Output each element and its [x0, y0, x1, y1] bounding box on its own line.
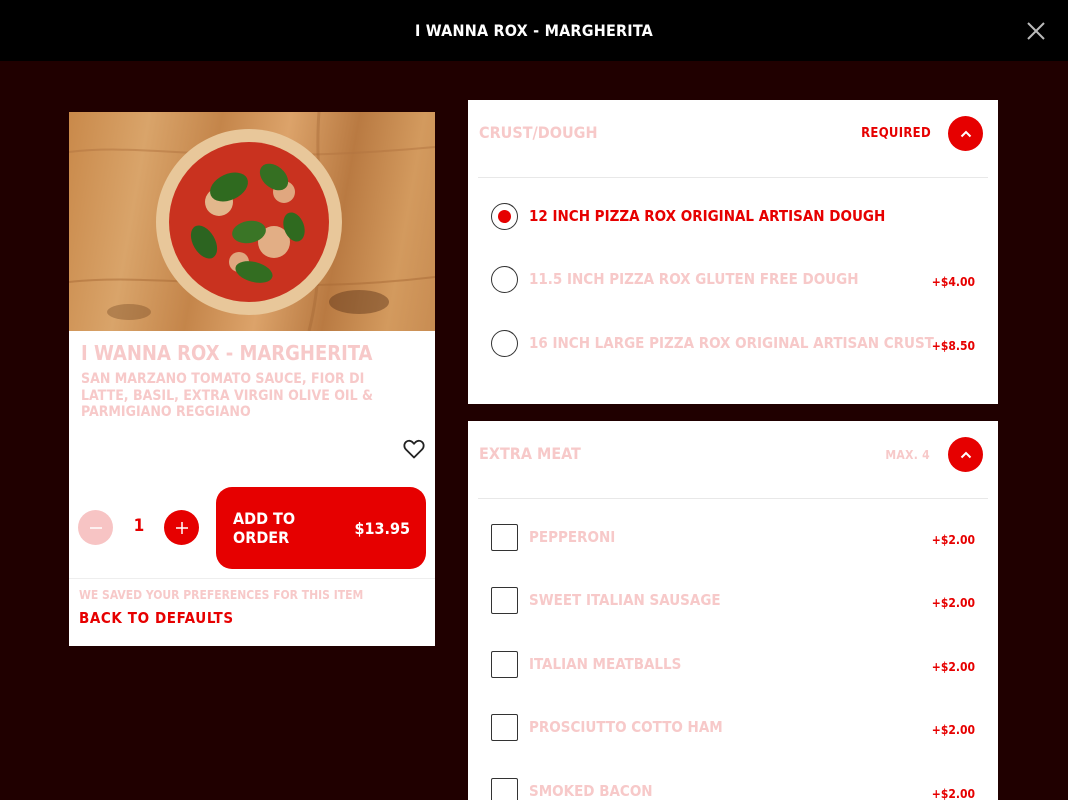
option-label: SMOKED BACON	[529, 782, 653, 800]
meat-option[interactable]: SWEET ITALIAN SAUSAGE +$2.00	[468, 580, 998, 620]
top-bar: I WANNA ROX - MARGHERITA	[0, 0, 1068, 61]
option-price: +$4.00	[931, 275, 975, 289]
product-name: I WANNA ROX - MARGHERITA	[81, 341, 373, 365]
heart-outline-icon[interactable]	[402, 437, 426, 461]
radio-button[interactable]	[491, 330, 518, 357]
add-to-order-label: ADD TO ORDER	[233, 509, 296, 547]
crust-option[interactable]: 11.5 INCH PIZZA ROX GLUTEN FREE DOUGH +$…	[468, 259, 998, 299]
chevron-up-icon	[960, 451, 971, 458]
crust-option[interactable]: 16 INCH LARGE PIZZA ROX ORIGINAL ARTISAN…	[468, 323, 998, 363]
checkbox[interactable]	[491, 651, 518, 678]
crust-dough-panel: CRUST/DOUGH REQUIRED 12 INCH PIZZA ROX O…	[468, 100, 998, 404]
option-price: +$8.50	[931, 339, 975, 353]
option-label: 16 INCH LARGE PIZZA ROX ORIGINAL ARTISAN…	[529, 334, 934, 352]
meat-option[interactable]: SMOKED BACON +$2.00	[468, 771, 998, 800]
collapse-button[interactable]	[948, 437, 983, 472]
collapse-button[interactable]	[948, 116, 983, 151]
option-price: +$2.00	[931, 787, 975, 800]
back-to-defaults-link[interactable]: BACK TO DEFAULTS	[79, 609, 234, 627]
meat-option[interactable]: ITALIAN MEATBALLS +$2.00	[468, 644, 998, 684]
option-label: ITALIAN MEATBALLS	[529, 655, 682, 673]
add-to-order-button[interactable]: ADD TO ORDER $13.95	[216, 487, 426, 569]
product-image	[69, 112, 435, 331]
meat-option[interactable]: PEPPERONI +$2.00	[468, 517, 998, 557]
decrease-quantity-button[interactable]	[78, 510, 113, 545]
quantity-value: 1	[133, 516, 145, 536]
checkbox[interactable]	[491, 587, 518, 614]
option-label: 11.5 INCH PIZZA ROX GLUTEN FREE DOUGH	[529, 270, 859, 288]
radio-button[interactable]	[491, 203, 518, 230]
divider	[478, 177, 988, 178]
divider	[69, 578, 435, 579]
max-selection-badge: MAX. 4	[885, 448, 930, 462]
required-badge: REQUIRED	[861, 126, 931, 141]
option-price: +$2.00	[931, 660, 975, 674]
order-price: $13.95	[354, 518, 410, 538]
close-icon[interactable]	[1026, 21, 1046, 41]
modal-title: I WANNA ROX - MARGHERITA	[415, 21, 653, 40]
checkbox[interactable]	[491, 714, 518, 741]
option-price: +$2.00	[931, 596, 975, 610]
option-label: PEPPERONI	[529, 528, 616, 546]
crust-option[interactable]: 12 INCH PIZZA ROX ORIGINAL ARTISAN DOUGH	[468, 196, 998, 236]
extra-meat-panel: EXTRA MEAT MAX. 4 PEPPERONI +$2.00 SWEET…	[468, 421, 998, 800]
option-price: +$2.00	[931, 533, 975, 547]
option-label: 12 INCH PIZZA ROX ORIGINAL ARTISAN DOUGH	[529, 207, 886, 225]
option-price: +$2.00	[931, 723, 975, 737]
radio-button[interactable]	[491, 266, 518, 293]
chevron-up-icon	[960, 130, 971, 137]
product-description: SAN MARZANO TOMATO SAUCE, FIOR DI LATTE,…	[81, 371, 374, 420]
checkbox[interactable]	[491, 778, 518, 800]
option-label: SWEET ITALIAN SAUSAGE	[529, 591, 721, 609]
plus-icon	[175, 521, 188, 534]
panel-title: EXTRA MEAT	[479, 444, 581, 463]
saved-preferences-note: WE SAVED YOUR PREFERENCES FOR THIS ITEM	[79, 588, 364, 602]
checkbox[interactable]	[491, 524, 518, 551]
increase-quantity-button[interactable]	[164, 510, 199, 545]
divider	[478, 498, 988, 499]
product-card: I WANNA ROX - MARGHERITA SAN MARZANO TOM…	[69, 112, 435, 646]
minus-icon	[89, 526, 102, 529]
meat-option[interactable]: PROSCIUTTO COTTO HAM +$2.00	[468, 707, 998, 747]
panel-title: CRUST/DOUGH	[479, 123, 598, 142]
option-label: PROSCIUTTO COTTO HAM	[529, 718, 723, 736]
